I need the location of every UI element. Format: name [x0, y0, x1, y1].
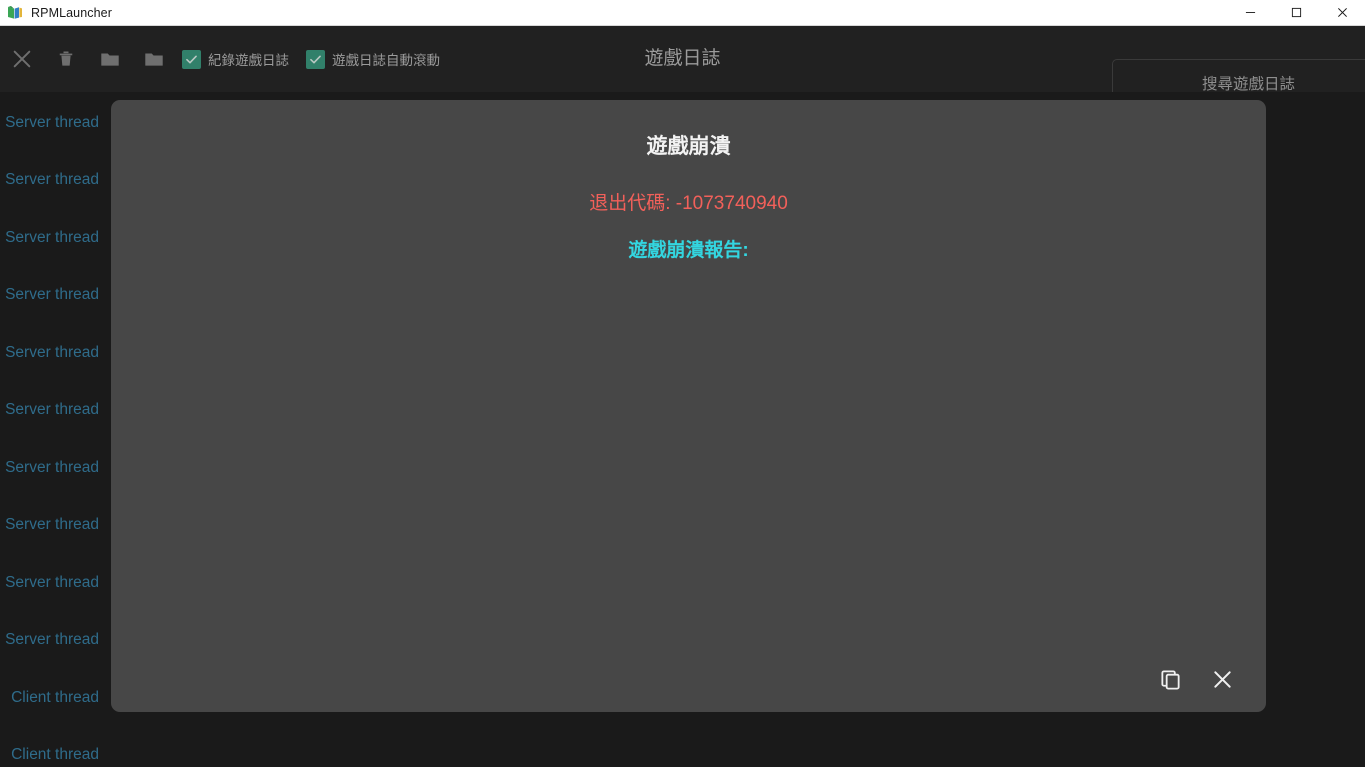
minimize-icon[interactable]: [1227, 0, 1273, 26]
copy-icon[interactable]: [1144, 656, 1196, 702]
log-thread: Server thread: [5, 229, 99, 246]
open-folder-2-icon[interactable]: [132, 37, 176, 81]
log-thread: Server thread: [5, 114, 99, 131]
log-thread: Server thread: [5, 401, 99, 418]
crash-report-body[interactable]: [135, 265, 1242, 640]
folder-icon[interactable]: [88, 37, 132, 81]
log-thread: Server thread: [5, 459, 99, 476]
log-thread: Server thread: [5, 574, 99, 591]
log-thread: Server thread: [5, 286, 99, 303]
crash-report-label: 遊戲崩潰報告:: [628, 240, 749, 261]
log-thread: Server thread: [5, 516, 99, 533]
log-toolbar: 紀錄遊戲日誌 遊戲日誌自動滾動 遊戲日誌: [0, 26, 1365, 111]
close-dialog-icon[interactable]: [1196, 656, 1248, 702]
log-thread: Server thread: [5, 631, 99, 648]
window-title: RPMLauncher: [31, 5, 113, 20]
game-crash-dialog: 遊戲崩潰 退出代碼: -1073740940 遊戲崩潰報告:: [111, 100, 1266, 712]
rpmlauncher-logo-icon: [7, 5, 23, 21]
checkbox-auto-scroll-log[interactable]: 遊戲日誌自動滾動: [306, 49, 440, 69]
log-thread: Server thread: [5, 344, 99, 361]
dialog-title: 遊戲崩潰: [646, 135, 731, 158]
close-log-icon[interactable]: [0, 37, 44, 81]
log-thread: Client thread: [11, 689, 99, 706]
log-thread: Server thread: [5, 171, 99, 188]
checkbox-auto-scroll-log-label: 遊戲日誌自動滾動: [332, 53, 440, 68]
close-icon[interactable]: [1319, 0, 1365, 26]
checkbox-checked-icon[interactable]: [306, 49, 325, 69]
checkbox-record-game-log[interactable]: 紀錄遊戲日誌: [182, 49, 289, 69]
trash-icon[interactable]: [44, 37, 88, 81]
list-item[interactable]: Client thread: [0, 744, 1365, 766]
checkbox-checked-icon[interactable]: [182, 49, 201, 69]
log-thread: Client thread: [11, 746, 99, 763]
checkbox-record-game-log-label: 紀錄遊戲日誌: [208, 53, 289, 68]
exit-code-text: 退出代碼: -1073740940: [589, 193, 788, 214]
window-titlebar: RPMLauncher: [0, 0, 1365, 26]
dialog-actions: [1144, 656, 1248, 702]
maximize-icon[interactable]: [1273, 0, 1319, 26]
